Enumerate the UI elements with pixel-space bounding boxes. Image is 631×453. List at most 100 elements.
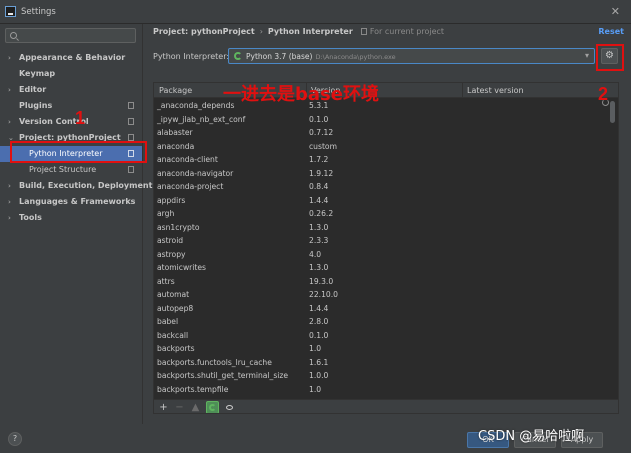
interpreter-path: D:\Anaconda\python.exe — [315, 53, 396, 61]
show-early-releases-button[interactable] — [223, 401, 236, 413]
chevron-right-icon: › — [8, 182, 11, 190]
column-header-latest[interactable]: Latest version — [467, 86, 524, 95]
package-name-cell: anaconda-project — [157, 182, 224, 191]
sidebar-item-keymap[interactable]: Keymap — [0, 66, 142, 82]
chevron-down-icon: ▾ — [584, 51, 589, 60]
table-row[interactable]: alabaster 0.7.12 — [154, 126, 618, 140]
remove-package-button[interactable]: − — [173, 401, 186, 413]
table-row[interactable]: babel 2.8.0 — [154, 315, 618, 329]
breadcrumb-project: Project: pythonProject — [153, 27, 255, 36]
sidebar-item-label: Project Structure — [29, 165, 97, 174]
sidebar-item-project-structure[interactable]: Project Structure — [0, 162, 142, 178]
add-package-button[interactable]: + — [157, 401, 170, 413]
package-name-cell: astroid — [157, 236, 184, 245]
breadcrumb: Project: pythonProject › Python Interprete… — [153, 27, 444, 36]
loading-spinner-icon — [234, 52, 242, 60]
sidebar-item-tools[interactable]: › Tools — [0, 210, 142, 226]
package-version-cell: 4.0 — [309, 249, 322, 259]
table-row[interactable]: autopep8 1.4.4 — [154, 302, 618, 316]
sidebar-item-appearance[interactable]: › Appearance & Behavior — [0, 50, 142, 66]
table-row[interactable]: attrs 19.3.0 — [154, 275, 618, 289]
table-row[interactable]: anaconda-navigator 1.9.12 — [154, 167, 618, 181]
table-row[interactable]: anaconda-project 0.8.4 — [154, 180, 618, 194]
table-row[interactable]: atomicwrites 1.3.0 — [154, 261, 618, 275]
table-row[interactable]: backports.functools_lru_cache 1.6.1 — [154, 356, 618, 370]
project-scope-icon — [128, 102, 134, 109]
package-version-cell: 0.8.4 — [309, 182, 329, 191]
sidebar-item-build[interactable]: › Build, Execution, Deployment — [0, 178, 152, 194]
sidebar-item-label: Languages & Frameworks — [19, 197, 136, 206]
search-icon — [10, 32, 17, 39]
package-name-cell: anaconda-navigator — [157, 168, 234, 178]
breadcrumb-page: Python Interpreter — [267, 27, 353, 36]
package-version-cell: 2.8.0 — [309, 317, 329, 326]
package-version-cell: 0.7.12 — [309, 128, 334, 137]
package-version-cell: 1.9.12 — [309, 168, 334, 178]
package-name-cell: backcall — [157, 330, 189, 340]
sidebar-item-version-control[interactable]: › Version Control — [0, 114, 142, 130]
package-version-cell: 1.0 — [309, 384, 322, 394]
column-header-package[interactable]: Package — [159, 86, 192, 95]
settings-sidebar: › Appearance & Behavior Keymap › Editor … — [0, 24, 152, 424]
table-row[interactable]: automat 22.10.0 — [154, 288, 618, 302]
package-version-cell: 0.26.2 — [309, 209, 334, 218]
annotation-number-1: 1 — [75, 108, 86, 128]
breadcrumb-hint: For current project — [369, 27, 445, 36]
table-row[interactable]: _ipyw_jlab_nb_ext_conf 0.1.0 — [154, 113, 618, 127]
conda-icon — [209, 404, 216, 411]
table-scrollbar[interactable] — [610, 101, 615, 123]
interpreter-select[interactable]: Python 3.7 (base) D:\Anaconda\python.exe … — [228, 48, 595, 64]
sidebar-item-editor[interactable]: › Editor — [0, 82, 142, 98]
settings-search-input[interactable] — [5, 28, 136, 43]
packages-table: Package Version Latest version _anaconda… — [153, 82, 619, 414]
close-icon[interactable]: ✕ — [611, 5, 620, 18]
package-name-cell: backports.shutil_get_terminal_size — [157, 371, 289, 380]
upgrade-package-button[interactable]: ▲ — [189, 401, 202, 413]
table-row[interactable]: backports 1.0 — [154, 342, 618, 356]
table-row[interactable]: astropy 4.0 — [154, 248, 618, 262]
package-version-cell: 1.4.4 — [309, 195, 329, 205]
package-version-cell: 0.1.0 — [309, 330, 329, 340]
project-scope-icon — [128, 166, 134, 173]
package-name-cell: astropy — [157, 249, 186, 259]
table-toolbar: + − ▲ — [154, 399, 618, 413]
package-name-cell: autopep8 — [157, 303, 194, 313]
chevron-right-icon: › — [8, 198, 11, 206]
package-version-cell: 1.3.0 — [309, 222, 329, 232]
reset-link[interactable]: Reset — [598, 27, 624, 36]
table-row[interactable]: astroid 2.3.3 — [154, 234, 618, 248]
breadcrumb-separator: › — [259, 27, 263, 36]
package-version-cell: 22.10.0 — [309, 290, 338, 299]
title-bar: Settings ✕ — [0, 0, 631, 24]
package-name-cell: backports.functools_lru_cache — [157, 357, 272, 367]
interpreter-name: Python 3.7 (base) — [246, 52, 313, 61]
package-name-cell: alabaster — [157, 128, 193, 137]
column-divider — [462, 83, 463, 98]
table-row[interactable]: asn1crypto 1.3.0 — [154, 221, 618, 235]
package-name-cell: anaconda-client — [157, 155, 218, 164]
table-row[interactable]: backcall 0.1.0 — [154, 329, 618, 343]
settings-window: Settings ✕ › Appearance & Behavior Keyma… — [0, 0, 631, 453]
package-name-cell: babel — [157, 317, 179, 326]
package-version-cell: 1.0 — [309, 344, 322, 353]
table-body: _anaconda_depends 5.3.1 _ipyw_jlab_nb_ext_… — [154, 99, 618, 399]
project-scope-icon — [128, 118, 134, 125]
help-button[interactable]: ? — [8, 432, 22, 446]
table-row[interactable]: anaconda custom — [154, 140, 618, 154]
annotation-box-gear — [596, 44, 624, 71]
eye-icon — [226, 405, 233, 410]
package-version-cell: 1.6.1 — [309, 357, 329, 367]
annotation-box-interpreter — [10, 141, 147, 163]
table-row[interactable]: backports.shutil_get_terminal_size 1.0.0 — [154, 369, 618, 383]
sidebar-item-languages[interactable]: › Languages & Frameworks — [0, 194, 142, 210]
conda-toggle-button[interactable] — [206, 401, 219, 413]
package-version-cell: custom — [309, 141, 337, 151]
sidebar-item-plugins[interactable]: Plugins — [0, 98, 142, 114]
table-row[interactable]: anaconda-client 1.7.2 — [154, 153, 618, 167]
interpreter-value: Python 3.7 (base) D:\Anaconda\python.exe — [246, 52, 396, 61]
table-row[interactable]: backports.tempfile 1.0 — [154, 383, 618, 397]
csdn-watermark: CSDN @易哈啦啊 — [478, 429, 585, 444]
package-name-cell: attrs — [157, 276, 175, 286]
table-row[interactable]: appdirs 1.4.4 — [154, 194, 618, 208]
table-row[interactable]: argh 0.26.2 — [154, 207, 618, 221]
